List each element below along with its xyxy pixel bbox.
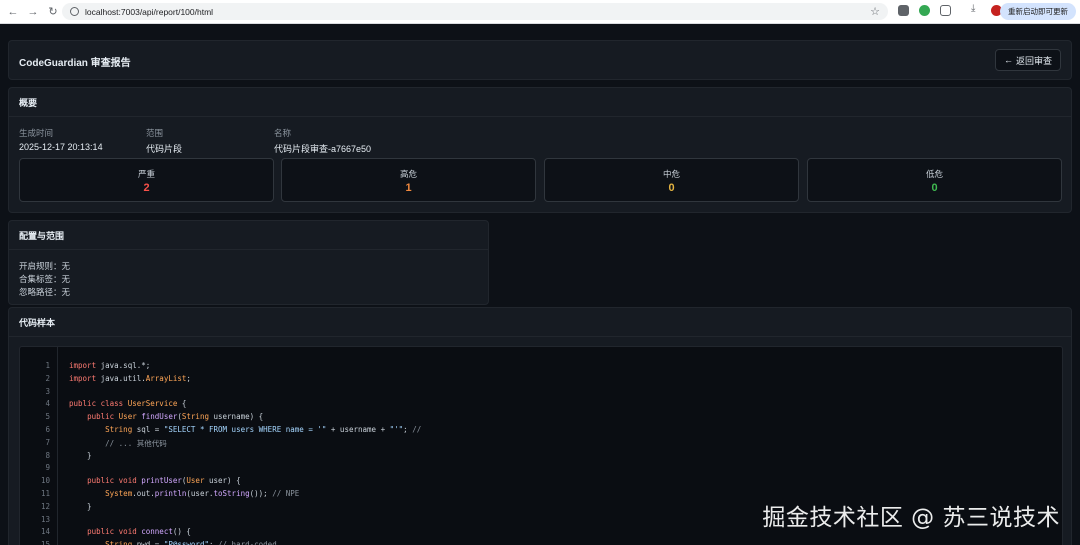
line-number: 11 (40, 489, 50, 498)
code-line: } (69, 501, 92, 511)
line-number: 6 (45, 425, 50, 434)
summary-panel: 概要 生成时间 2025-12-17 20:13:14 范围 代码片段 名称 代… (8, 87, 1072, 213)
report-header: CodeGuardian 审查报告 ← 返回审查 (8, 40, 1072, 80)
stat-label: 中危 (662, 169, 680, 179)
meta-value: 代码片段 (146, 144, 183, 154)
config-line: 开启规则：无 (19, 261, 71, 271)
bookmark-star-icon[interactable]: ☆ (870, 5, 880, 18)
address-bar[interactable]: localhost:7003/api/report/100/html ☆ (62, 3, 888, 20)
meta-key: 生成时间 (19, 128, 54, 138)
code-line: import java.sql.*; (69, 361, 151, 370)
code-line: String sql = "SELECT * FROM users WHERE … (105, 425, 422, 434)
extensions-puzzle-icon[interactable] (940, 5, 951, 16)
line-number: 3 (45, 386, 50, 396)
browser-toolbar: ← → ↻ localhost:7003/api/report/100/html… (0, 0, 1080, 24)
reload-icon[interactable]: ↻ (46, 5, 60, 19)
meta-value: 代码片段审查-a7667e50 (274, 144, 372, 154)
meta-key: 名称 (274, 128, 292, 138)
code-line: public class UserService { (69, 399, 187, 409)
meta-value: 2025-12-17 20:13:14 (19, 142, 103, 152)
stat-value: 2 (143, 182, 150, 194)
line-number: 10 (40, 476, 50, 486)
line-number: 7 (45, 437, 50, 447)
line-number: 2 (45, 373, 50, 383)
stat-medium: 中危 0 (544, 158, 799, 202)
config-heading: 配置与范围 (9, 221, 488, 250)
back-to-review-button[interactable]: ← 返回审查 (994, 49, 1061, 71)
line-number: 5 (45, 412, 50, 422)
watermark: 掘金技术社区 @ 苏三说技术 (762, 505, 1060, 531)
stat-label: 低危 (925, 169, 943, 179)
downloads-icon[interactable]: ⤓ (971, 3, 982, 14)
code-line: } (69, 450, 92, 460)
code-line: public User findUser(String username) { (87, 412, 264, 422)
forward-nav-icon[interactable]: → (26, 5, 40, 19)
config-panel: 配置与范围 开启规则：无 合集标签：无 忽略路径：无 (8, 220, 489, 305)
line-number-gutter: 1 2 3 4 5 6 7 8 9 10 11 12 13 14 15 (20, 347, 58, 545)
meta-name: 名称 代码片段审查-a7667e50 (274, 127, 371, 155)
code-sample-heading: 代码样本 (9, 308, 1071, 337)
extension-icon[interactable] (898, 5, 909, 16)
code-line: public void connect() { (87, 527, 191, 537)
meta-generated-time: 生成时间 2025-12-17 20:13:14 (19, 127, 103, 152)
relaunch-update-button[interactable]: 重新启动即可更新 (1000, 3, 1076, 20)
page-title: CodeGuardian 审查报告 (19, 58, 131, 69)
line-number: 15 (40, 540, 50, 545)
stat-label: 高危 (399, 169, 417, 179)
line-number: 4 (45, 399, 50, 409)
back-nav-icon[interactable]: ← (6, 5, 20, 19)
code-line: // ... 其他代码 (105, 438, 167, 448)
stat-label: 严重 (137, 169, 155, 179)
back-to-review-label: 返回审查 (1015, 55, 1052, 66)
arrow-left-icon: ← (1003, 55, 1013, 65)
line-number: 13 (40, 514, 50, 524)
code-line: public void printUser(User user) { (87, 476, 241, 486)
summary-heading: 概要 (9, 88, 1071, 117)
code-line: System.out.println(user.toString()); // … (105, 489, 300, 498)
stat-low: 低危 0 (807, 158, 1062, 202)
line-number: 12 (40, 501, 50, 511)
stat-value: 0 (931, 182, 938, 194)
stat-high: 高危 1 (281, 158, 536, 202)
line-number: 14 (40, 527, 50, 537)
stat-value: 0 (668, 182, 675, 194)
site-info-icon[interactable] (70, 7, 79, 16)
stat-critical: 严重 2 (19, 158, 274, 202)
extension-shield-icon[interactable] (919, 5, 930, 16)
line-number: 9 (45, 463, 50, 473)
address-url[interactable]: localhost:7003/api/report/100/html (85, 7, 213, 17)
meta-scope: 范围 代码片段 (146, 127, 182, 155)
stat-value: 1 (405, 182, 412, 194)
meta-key: 范围 (146, 128, 164, 138)
code-line: String pwd = "P@ssword"; // hard-coded (105, 540, 277, 545)
code-line: import java.util.ArrayList; (69, 373, 191, 383)
config-line: 合集标签：无 (19, 274, 71, 284)
config-line: 忽略路径：无 (19, 287, 71, 297)
line-number: 1 (45, 361, 50, 370)
line-number: 8 (45, 450, 50, 460)
